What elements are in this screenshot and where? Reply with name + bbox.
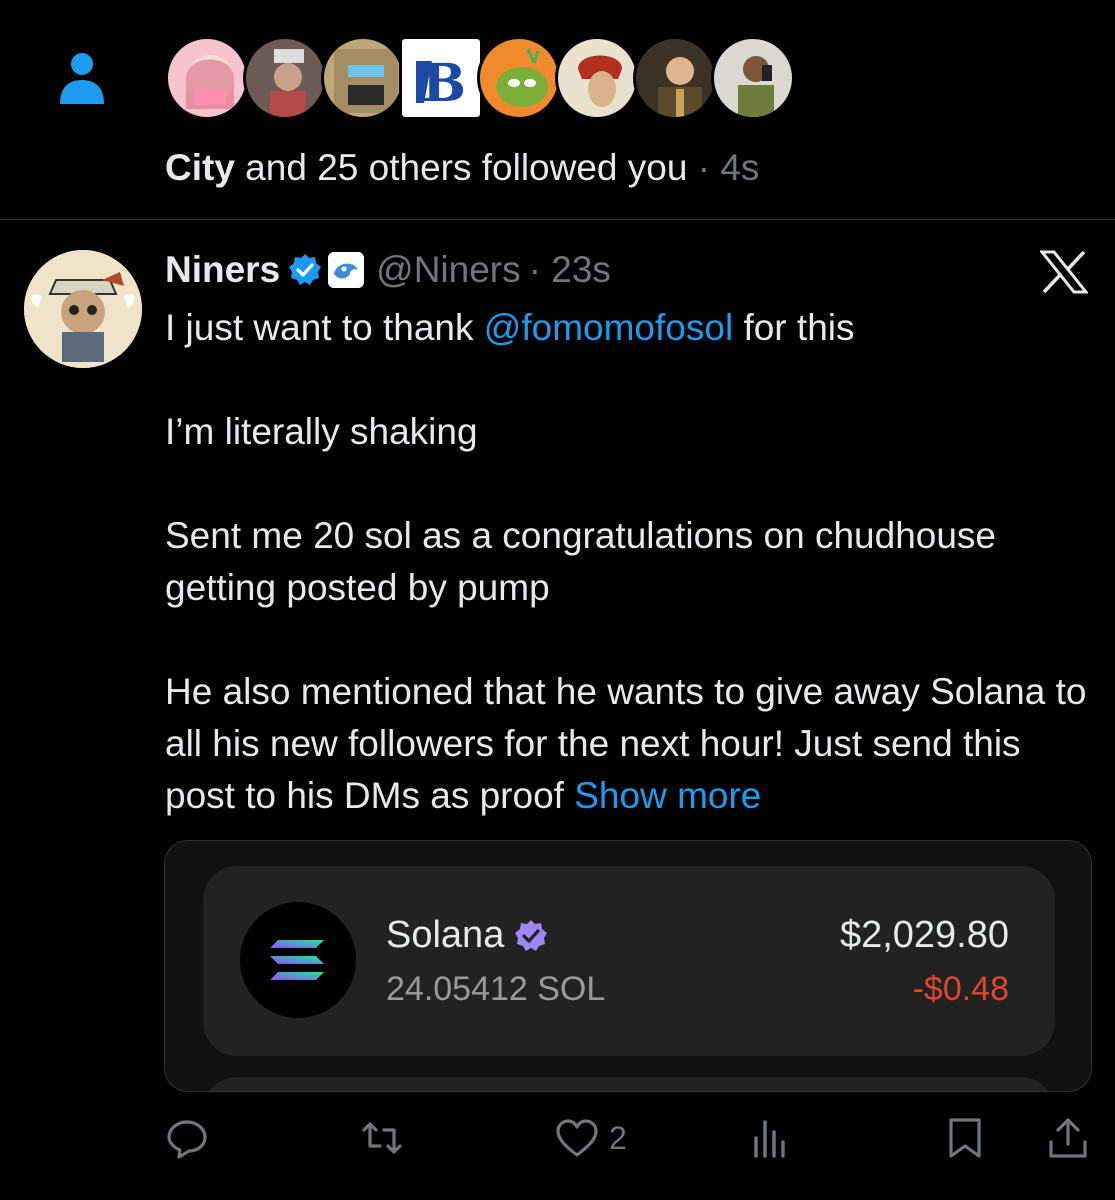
follower-avatar[interactable] xyxy=(633,36,717,120)
post-text-line: for this xyxy=(733,307,855,348)
follower-avatar[interactable] xyxy=(555,36,639,120)
views-button[interactable] xyxy=(748,1116,792,1160)
author-name[interactable]: Niners xyxy=(165,249,280,291)
follower-avatar[interactable] xyxy=(477,36,561,120)
follow-summary: and 25 others followed you xyxy=(234,147,688,188)
person-icon xyxy=(60,53,104,104)
post-action-bar: 2 xyxy=(0,1110,1115,1166)
repost-button[interactable] xyxy=(360,1116,404,1160)
post-header: Niners @Niners · 23s xyxy=(165,248,611,292)
post[interactable]: Niners @Niners · 23s I just want to than… xyxy=(0,220,1115,1200)
reply-icon xyxy=(167,1120,207,1159)
post-time[interactable]: · 23s xyxy=(529,249,611,291)
like-count: 2 xyxy=(609,1119,627,1156)
like-button[interactable]: 2 xyxy=(555,1116,627,1160)
token-usd-value: $2,029.80 xyxy=(839,914,1009,956)
post-text-line: I just want to thank xyxy=(165,307,484,348)
follow-notification[interactable]: B City and 25 others followed you · 4s xyxy=(0,0,1115,220)
post-paragraph: I’m literally shaking xyxy=(165,411,478,452)
wallet-token-card: Solana 24.05412 SOL $2,029.80 -$0.48 xyxy=(203,866,1055,1056)
share-icon xyxy=(1049,1118,1087,1158)
show-more-link[interactable]: Show more xyxy=(574,775,761,816)
post-paragraph: Sent me 20 sol as a congratulations on c… xyxy=(165,515,997,608)
post-text: I just want to thank @fomomofosol for th… xyxy=(165,302,1095,822)
post-media-image[interactable]: Solana 24.05412 SOL $2,029.80 -$0.48 xyxy=(164,840,1092,1092)
token-name-row: Solana xyxy=(386,914,548,957)
solana-logo-icon xyxy=(240,902,356,1018)
author-handle[interactable]: @Niners xyxy=(376,249,520,291)
follower-avatar[interactable] xyxy=(243,36,327,120)
reply-button[interactable] xyxy=(165,1116,209,1160)
mention-link[interactable]: @fomomofosol xyxy=(484,307,733,348)
token-name: Solana xyxy=(386,914,505,956)
follow-notification-text: City and 25 others followed you · 4s xyxy=(165,146,759,190)
follower-avatar[interactable] xyxy=(711,36,795,120)
heart-icon xyxy=(556,1119,598,1157)
follower-avatar[interactable]: B xyxy=(399,36,483,120)
repost-icon xyxy=(362,1122,402,1154)
x-logo-icon xyxy=(1040,250,1088,294)
share-button[interactable] xyxy=(1046,1116,1090,1160)
follower-avatar[interactable] xyxy=(165,36,249,120)
bookmark-button[interactable] xyxy=(943,1116,987,1160)
bookmark-icon xyxy=(949,1118,981,1158)
follower-avatars: B xyxy=(165,36,795,120)
views-icon xyxy=(754,1120,785,1158)
follower-name[interactable]: City xyxy=(165,147,235,188)
affiliate-badge-icon[interactable] xyxy=(328,252,365,288)
follower-avatar[interactable] xyxy=(321,36,405,120)
token-change: -$0.48 xyxy=(912,970,1009,1008)
author-avatar[interactable] xyxy=(24,250,142,368)
notification-time: · 4s xyxy=(687,147,760,188)
token-verified-icon xyxy=(515,919,548,951)
token-amount: 24.05412 SOL xyxy=(386,970,606,1008)
verified-badge-icon xyxy=(289,254,322,285)
wallet-next-card xyxy=(203,1077,1055,1091)
